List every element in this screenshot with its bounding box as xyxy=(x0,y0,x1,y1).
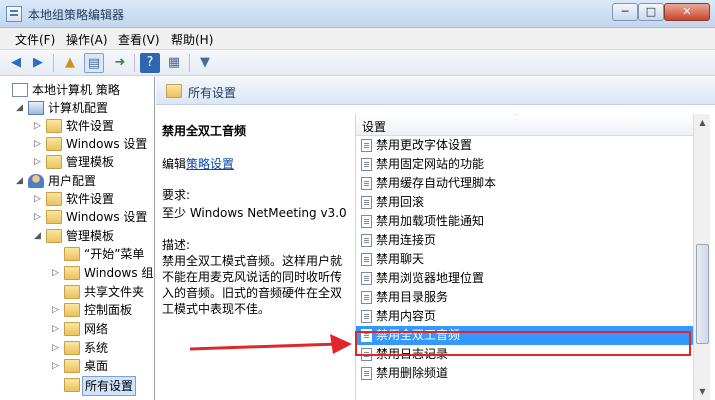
menu-view[interactable]: 查看(V) xyxy=(118,31,160,48)
expand-arrow-icon[interactable]: ▷ xyxy=(52,357,62,375)
policy-setting-icon xyxy=(361,253,372,266)
list-item[interactable]: 禁用回滚 xyxy=(356,193,693,212)
expand-arrow-icon[interactable]: ▷ xyxy=(34,190,44,208)
list-item[interactable]: 禁用加载项性能通知 xyxy=(356,212,693,231)
policy-setting-icon xyxy=(361,234,372,247)
export-list-icon[interactable]: ➜ xyxy=(110,53,130,73)
highlight-box xyxy=(355,331,691,356)
toolbar-divider xyxy=(53,54,54,72)
folder-icon xyxy=(64,247,80,261)
collapse-arrow-icon[interactable]: ◢ xyxy=(16,99,26,117)
list-item[interactable]: 禁用聊天 xyxy=(356,250,693,269)
pane-title: 所有设置 xyxy=(188,86,237,100)
pane-header: 所有设置 xyxy=(156,77,715,105)
vertical-scrollbar[interactable]: ▲ ▼ xyxy=(693,114,710,400)
expand-arrow-icon[interactable]: ▷ xyxy=(34,153,44,171)
folder-icon xyxy=(64,341,80,355)
sort-up-icon: ˄ xyxy=(514,114,519,123)
expand-arrow-icon[interactable]: ▷ xyxy=(34,208,44,226)
menu-help[interactable]: 帮助(H) xyxy=(171,31,213,48)
folder-icon xyxy=(46,137,62,151)
folder-icon xyxy=(46,119,62,133)
policy-setting-icon xyxy=(361,367,372,380)
column-header-setting[interactable]: 设置 ˄ xyxy=(356,114,693,136)
scroll-thumb[interactable] xyxy=(696,244,709,344)
back-arrow-icon[interactable]: ◀ xyxy=(6,53,26,73)
window-title: 本地组策略编辑器 xyxy=(28,8,125,22)
settings-folder-icon xyxy=(166,84,182,98)
annotation-arrow-icon xyxy=(190,334,352,354)
navigation-tree: 本地计算机 策略 ◢ 计算机配置 ▷ 软件设置 ▷ Windows 设置 ▷ 管… xyxy=(0,77,155,400)
filter-icon[interactable]: ▼ xyxy=(195,53,215,73)
list-item[interactable]: 禁用内容页 xyxy=(356,307,693,326)
policy-setting-icon xyxy=(361,310,372,323)
title-bar: 本地组策略编辑器 ─ □ ✕ xyxy=(0,0,715,28)
scroll-down-icon[interactable]: ▼ xyxy=(694,383,711,400)
expand-arrow-icon[interactable]: ▷ xyxy=(52,339,62,357)
expand-arrow-icon[interactable]: ▷ xyxy=(52,264,62,282)
list-item[interactable]: 禁用浏览器地理位置 xyxy=(356,269,693,288)
policy-setting-icon xyxy=(361,272,372,285)
folder-icon xyxy=(46,229,62,243)
edit-policy-link[interactable]: 策略设置 xyxy=(186,157,234,171)
folder-icon xyxy=(64,359,80,373)
policy-setting-icon xyxy=(361,139,372,152)
folder-icon xyxy=(46,155,62,169)
requirements-value: 至少 Windows NetMeeting v3.0 xyxy=(162,206,347,220)
close-button[interactable]: ✕ xyxy=(664,3,710,21)
scroll-up-icon[interactable]: ▲ xyxy=(694,114,711,131)
collapse-arrow-icon[interactable]: ◢ xyxy=(34,227,44,245)
description-label: 描述: xyxy=(162,238,191,252)
forward-arrow-icon[interactable]: ▶ xyxy=(28,53,48,73)
expand-arrow-icon[interactable]: ▷ xyxy=(34,117,44,135)
policy-doc-icon xyxy=(12,83,28,97)
list-item[interactable]: 禁用目录服务 xyxy=(356,288,693,307)
folder-icon xyxy=(64,285,80,299)
toolbar-divider xyxy=(134,54,135,72)
list-item[interactable]: 禁用连接页 xyxy=(356,231,693,250)
folder-icon xyxy=(46,192,62,206)
properties-icon[interactable]: ▦ xyxy=(164,53,184,73)
menu-action[interactable]: 操作(A) xyxy=(66,31,108,48)
maximize-button[interactable]: □ xyxy=(638,3,664,21)
minimize-button[interactable]: ─ xyxy=(612,3,638,21)
folder-icon xyxy=(64,266,80,280)
policy-setting-icon xyxy=(361,158,372,171)
policy-setting-icon xyxy=(361,291,372,304)
expand-arrow-icon[interactable]: ▷ xyxy=(34,135,44,153)
setting-title: 禁用全双工音频 xyxy=(162,124,247,138)
toolbar: ◀ ▶ ▲ ▤ ➜ ? ▦ ▼ xyxy=(0,50,715,76)
list-item[interactable]: 禁用缓存自动代理脚本 xyxy=(356,174,693,193)
toolbar-divider xyxy=(189,54,190,72)
edit-prefix: 编辑 xyxy=(162,157,187,171)
policy-setting-icon xyxy=(361,215,372,228)
list-item[interactable]: 禁用固定网站的功能 xyxy=(356,155,693,174)
expand-arrow-icon[interactable]: ▷ xyxy=(52,320,62,338)
expand-arrow-icon[interactable]: ▷ xyxy=(52,301,62,319)
help-icon[interactable]: ? xyxy=(140,53,160,73)
description-text: 禁用全双工模式音频。这样用户就不能在用麦克风说话的同时收听传入的音频。旧式的音频… xyxy=(162,254,343,316)
show-tree-icon[interactable]: ▤ xyxy=(84,53,104,73)
requirements-label: 要求: xyxy=(162,188,191,202)
folder-icon xyxy=(64,303,80,317)
folder-icon xyxy=(46,210,62,224)
list-item[interactable]: 禁用删除频道 xyxy=(356,364,693,383)
collapse-arrow-icon[interactable]: ◢ xyxy=(16,172,26,190)
folder-icon xyxy=(64,322,80,336)
computer-icon xyxy=(28,101,44,115)
settings-folder-icon xyxy=(64,378,80,392)
list-item[interactable]: 禁用更改字体设置 xyxy=(356,136,693,155)
menu-file[interactable]: 文件(F) xyxy=(15,31,55,48)
menu-bar: 文件(F) 操作(A) 查看(V) 帮助(H) xyxy=(0,28,715,50)
user-icon xyxy=(28,174,44,188)
policy-setting-icon xyxy=(361,196,372,209)
edit-policy-line: 编辑策略设置 xyxy=(162,155,234,172)
settings-list: 设置 ˄ 禁用更改字体设置 禁用固定网站的功能 禁用缓存自动代理脚本 禁用回滚 … xyxy=(355,114,693,400)
app-icon xyxy=(6,6,22,22)
policy-setting-icon xyxy=(361,177,372,190)
up-folder-icon[interactable]: ▲ xyxy=(60,53,80,73)
